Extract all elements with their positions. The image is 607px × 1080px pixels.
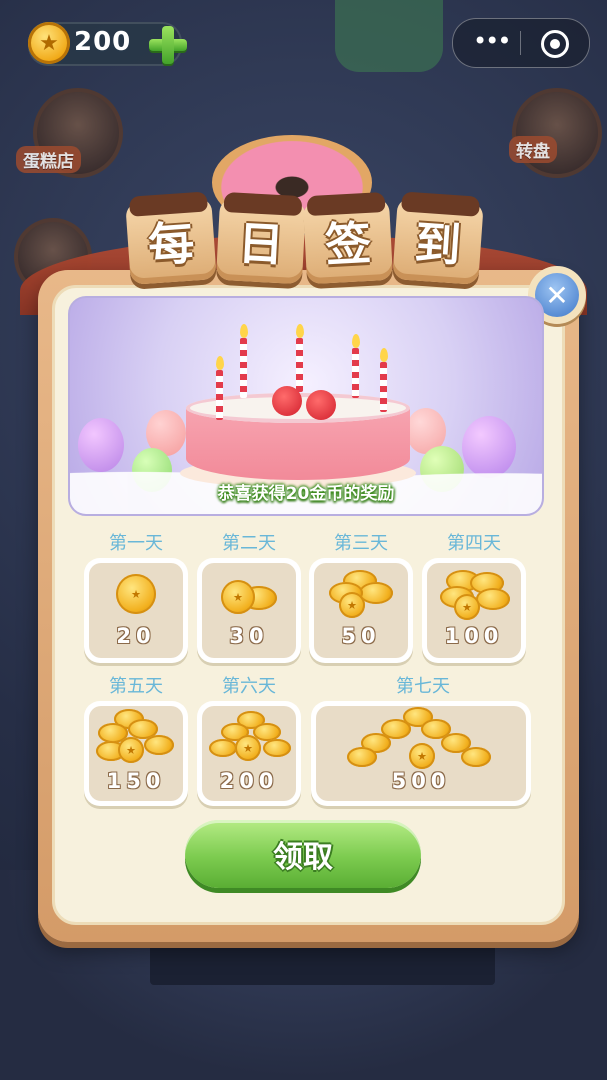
coin-pile-icon xyxy=(339,592,365,618)
coin-pile-icon xyxy=(235,735,261,761)
day-6-card[interactable]: 200 xyxy=(197,701,301,806)
cake-shop-label[interactable]: 蛋糕店 xyxy=(16,146,81,173)
day-1-card[interactable]: 20 xyxy=(84,558,188,663)
day-6-label: 第六天 xyxy=(222,676,276,697)
coin-icon xyxy=(116,574,156,614)
coin-icon: ★ xyxy=(28,22,70,64)
day-7-label: 第七天 xyxy=(396,676,450,697)
day-2-amount: 30 xyxy=(229,624,269,648)
title-char-4: 到 xyxy=(392,197,484,285)
wheel-label[interactable]: 转盘 xyxy=(509,136,557,163)
day-2-card[interactable]: 30 xyxy=(197,558,301,663)
claim-button[interactable]: 领取 xyxy=(185,820,421,888)
capsule-divider xyxy=(520,31,521,55)
background-cart xyxy=(335,0,443,72)
day-5-amount: 150 xyxy=(106,769,166,793)
mini-program-capsule: ••• xyxy=(452,18,590,68)
day-6-amount: 200 xyxy=(219,769,279,793)
day-2-label: 第二天 xyxy=(222,533,276,554)
more-dots-icon[interactable]: ••• xyxy=(473,27,511,55)
wheel-icon[interactable] xyxy=(512,88,602,178)
strawberry xyxy=(306,390,336,420)
day-5-card[interactable]: 150 xyxy=(84,701,188,806)
coin-pile-icon xyxy=(454,594,480,620)
day-7-amount: 500 xyxy=(391,769,451,793)
day-3-card[interactable]: 50 xyxy=(309,558,413,663)
day-1-label: 第一天 xyxy=(109,533,163,554)
reward-message: 恭喜获得20金币的奖励 xyxy=(217,484,395,504)
day-4-amount: 100 xyxy=(444,624,504,648)
target-icon[interactable] xyxy=(541,30,569,58)
day-4-label: 第四天 xyxy=(447,533,501,554)
day-1-amount: 20 xyxy=(116,624,156,648)
day-4-card[interactable]: 100 xyxy=(422,558,526,663)
coin-pile-icon xyxy=(409,743,435,769)
title-char-1: 每 xyxy=(125,197,217,285)
day-3-amount: 50 xyxy=(341,624,381,648)
coin-stack-icon xyxy=(221,580,255,614)
reward-banner: 恭喜获得20金币的奖励 xyxy=(68,296,544,516)
day-7-card[interactable]: 500 xyxy=(311,701,531,806)
title-char-2: 日 xyxy=(215,197,307,285)
strawberry xyxy=(272,386,302,416)
coin-count: 200 xyxy=(74,27,132,57)
add-coins-button[interactable] xyxy=(147,24,189,66)
day-5-label: 第五天 xyxy=(109,676,163,697)
day-3-label: 第三天 xyxy=(334,533,388,554)
coin-pile-icon xyxy=(118,737,144,763)
title-char-3: 签 xyxy=(302,197,394,285)
